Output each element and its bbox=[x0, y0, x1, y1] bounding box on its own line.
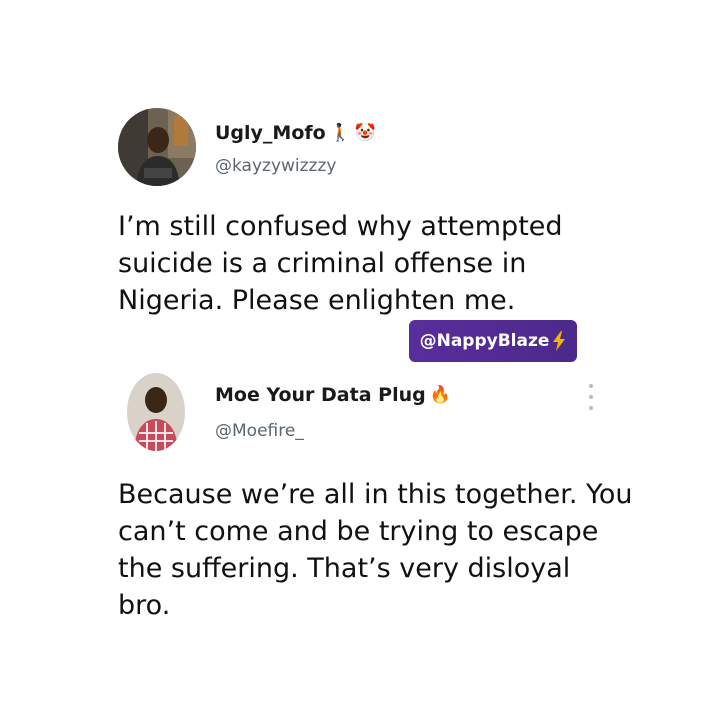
tweet-text-2: Because we’re all in this together. You … bbox=[118, 476, 633, 624]
avatar-moe[interactable] bbox=[127, 373, 185, 451]
display-name-text: Ugly_Mofo bbox=[215, 122, 326, 144]
tweet-text-1: I’m still confused why attempted suicide… bbox=[118, 208, 563, 319]
display-name-text: Moe Your Data Plug bbox=[215, 384, 426, 406]
fire-emoji-icon: 🔥 bbox=[429, 384, 451, 405]
tweet-text-line: suicide is a criminal offense in bbox=[118, 248, 527, 279]
watermark-text: @NappyBlaze bbox=[419, 331, 550, 351]
handle-ugly-mofo[interactable]: @kayzywizzzy bbox=[215, 156, 336, 176]
clown-emoji-icon: 🤡 bbox=[354, 122, 377, 143]
handle-moe[interactable]: @Moefire_ bbox=[215, 421, 304, 441]
lightning-icon bbox=[553, 331, 566, 351]
tweet-text-line: bro. bbox=[118, 590, 171, 621]
more-vertical-icon[interactable] bbox=[584, 384, 598, 410]
tweet-text-line: can’t come and be trying to escape bbox=[118, 516, 599, 547]
tweet-text-line: Because we’re all in this together. You bbox=[118, 479, 633, 510]
avatar-photo-moe bbox=[127, 373, 185, 451]
avatar-photo-ugly-mofo bbox=[118, 108, 196, 186]
walking-person-emoji-icon: 🚶🏿 bbox=[329, 122, 351, 143]
avatar-ugly-mofo[interactable] bbox=[118, 108, 196, 186]
display-name-moe[interactable]: Moe Your Data Plug 🔥 bbox=[215, 384, 451, 406]
watermark-badge: @NappyBlaze bbox=[409, 320, 577, 362]
tweet-text-line: the suffering. That’s very disloyal bbox=[118, 553, 571, 584]
tweet-text-line: Nigeria. Please enlighten me. bbox=[118, 285, 516, 316]
tweet-text-line: I’m still confused why attempted bbox=[118, 211, 563, 242]
display-name-ugly-mofo[interactable]: Ugly_Mofo 🚶🏿 🤡 bbox=[215, 122, 376, 144]
